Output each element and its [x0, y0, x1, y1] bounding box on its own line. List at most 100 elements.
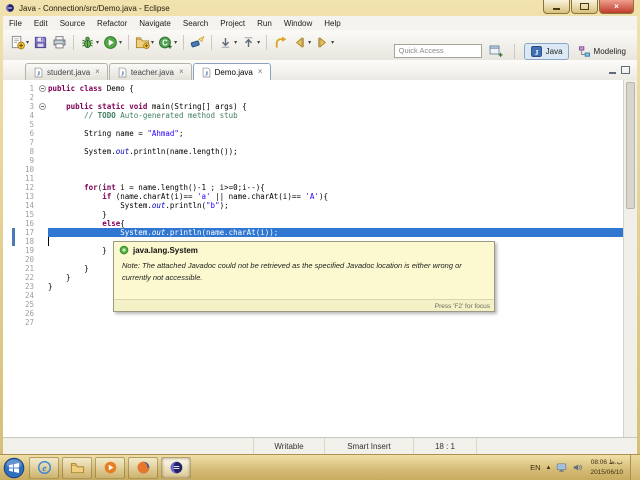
menu-refactor[interactable]: Refactor — [91, 19, 133, 28]
code-line: System.out.println(name.length()); — [48, 147, 238, 156]
menu-edit[interactable]: Edit — [28, 19, 54, 28]
back-button[interactable]: ▾ — [291, 34, 312, 51]
folding-ruler[interactable] — [37, 80, 48, 437]
close-button[interactable]: × — [599, 0, 634, 14]
menu-navigate[interactable]: Navigate — [133, 19, 177, 28]
back-icon — [292, 35, 307, 50]
minimize-button[interactable] — [543, 0, 570, 14]
line-number: 5 — [29, 120, 34, 129]
tab-student.java[interactable]: Jstudent.java × — [25, 63, 108, 80]
next-annotation-button[interactable]: ▾ — [217, 34, 238, 51]
toolbar-separator — [128, 34, 130, 50]
dropdown-arrow-icon[interactable]: ▾ — [331, 39, 334, 46]
tab-label: student.java — [47, 67, 91, 77]
line-number: 6 — [29, 129, 34, 138]
taskbar-internet-explorer[interactable]: e — [29, 456, 59, 479]
dropdown-arrow-icon[interactable]: ▾ — [308, 39, 311, 46]
dropdown-arrow-icon[interactable]: ▾ — [119, 39, 122, 46]
next-annotation-icon — [218, 35, 233, 50]
forward-button[interactable]: ▾ — [314, 34, 335, 51]
dropdown-arrow-icon[interactable]: ▾ — [234, 39, 237, 46]
line-number: 25 — [24, 300, 34, 309]
tab-label: teacher.java — [130, 67, 174, 77]
display-tray-icon[interactable] — [556, 462, 567, 473]
close-tab-icon[interactable]: × — [95, 68, 100, 76]
modeling-perspective-icon — [578, 45, 591, 58]
prev-annotation-button[interactable]: ▾ — [240, 34, 261, 51]
perspective-java[interactable]: J Java — [523, 42, 569, 60]
title-bar[interactable]: Java - Connection/src/Demo.java - Eclips… — [0, 0, 640, 16]
close-icon: × — [614, 2, 619, 11]
line-number: 2 — [29, 93, 34, 102]
scrollbar-thumb[interactable] — [626, 82, 635, 209]
taskbar-explorer[interactable] — [62, 456, 92, 479]
new-java-project-button[interactable]: ▾ — [134, 34, 155, 51]
menu-search[interactable]: Search — [177, 19, 214, 28]
svg-text:J: J — [534, 47, 538, 56]
close-tab-icon[interactable]: × — [179, 68, 184, 76]
line-number: 16 — [24, 219, 34, 228]
dropdown-arrow-icon[interactable]: ▾ — [151, 39, 154, 46]
line-number: 17 — [24, 228, 34, 237]
fold-collapse-icon[interactable] — [39, 85, 46, 92]
toolbar-right: Quick Access J Java Modeling — [393, 42, 632, 60]
line-number-ruler[interactable]: 1 2 3 4 5 6 7 8 9 10 11 12 13 14 15 16 17 18 19 20 21 22 23 24 2… — [17, 80, 37, 437]
menu-run[interactable]: Run — [251, 19, 278, 28]
last-edit-button[interactable] — [272, 34, 289, 51]
tab-Demo.java[interactable]: J Demo.java × — [192, 63, 271, 80]
run-button[interactable]: ▾ — [102, 34, 123, 51]
editor-scrollbar[interactable] — [623, 80, 637, 437]
clock[interactable]: 08:06 ب.ظ 2015/06/10 — [590, 458, 623, 476]
tabs: Jstudent.java × Jteacher.java × J Demo.java × — [25, 63, 272, 80]
line-number: 12 — [24, 183, 34, 192]
start-button[interactable] — [3, 457, 25, 479]
debug-button[interactable]: ▾ — [79, 34, 100, 51]
dropdown-arrow-icon[interactable]: ▾ — [26, 39, 29, 46]
toolbar-separator — [73, 34, 75, 50]
save-button[interactable] — [32, 34, 49, 51]
quick-access-input[interactable]: Quick Access — [393, 44, 482, 58]
line-number: 19 — [24, 246, 34, 255]
dropdown-arrow-icon[interactable]: ▾ — [174, 39, 177, 46]
view-controls — [609, 66, 630, 74]
javadoc-hover-popup: java.lang.System Note: The attached Java… — [113, 241, 495, 312]
code-line: if (name.charAt(i)== 'a' || name.charAt(… — [102, 192, 328, 201]
menu-file[interactable]: File — [3, 19, 28, 28]
fold-collapse-icon[interactable] — [39, 103, 46, 110]
new-class-button[interactable]: C ▾ — [157, 34, 178, 51]
taskbar-eclipse-app[interactable] — [161, 456, 191, 479]
annotation-ruler[interactable] — [3, 80, 17, 437]
close-tab-icon[interactable]: × — [258, 68, 263, 76]
maximize-button[interactable] — [571, 0, 598, 14]
taskbar-media-player[interactable] — [95, 456, 125, 479]
minimize-view-icon[interactable] — [609, 71, 616, 74]
perspective-modeling[interactable]: Modeling — [572, 43, 632, 60]
open-perspective-button[interactable] — [488, 43, 504, 59]
maximize-view-icon[interactable] — [621, 66, 630, 74]
range-indicator — [12, 228, 15, 246]
menu-source[interactable]: Source — [54, 19, 91, 28]
dropdown-arrow-icon[interactable]: ▾ — [96, 39, 99, 46]
taskbar-firefox[interactable] — [128, 456, 158, 479]
new-java-project-icon — [135, 35, 150, 50]
new-wizard-button[interactable]: ▾ — [9, 34, 30, 51]
eclipse-logo-icon — [5, 3, 15, 13]
toolbar-separator — [211, 34, 213, 50]
line-number: 18 — [24, 237, 34, 246]
menu-help[interactable]: Help — [318, 19, 346, 28]
print-button[interactable] — [51, 34, 68, 51]
volume-tray-icon[interactable] — [572, 462, 583, 473]
explorer-icon — [70, 460, 85, 475]
dropdown-arrow-icon[interactable]: ▾ — [257, 39, 260, 46]
tab-teacher.java[interactable]: Jteacher.java × — [108, 63, 192, 80]
search-button[interactable] — [189, 34, 206, 51]
hidden-icons-button[interactable]: ▲ — [546, 465, 552, 471]
desktop: Java - Connection/src/Demo.java - Eclips… — [0, 0, 640, 480]
show-desktop-button[interactable] — [630, 455, 640, 480]
language-indicator[interactable]: EN — [530, 463, 540, 472]
menu-window[interactable]: Window — [278, 19, 318, 28]
menu-project[interactable]: Project — [214, 19, 251, 28]
